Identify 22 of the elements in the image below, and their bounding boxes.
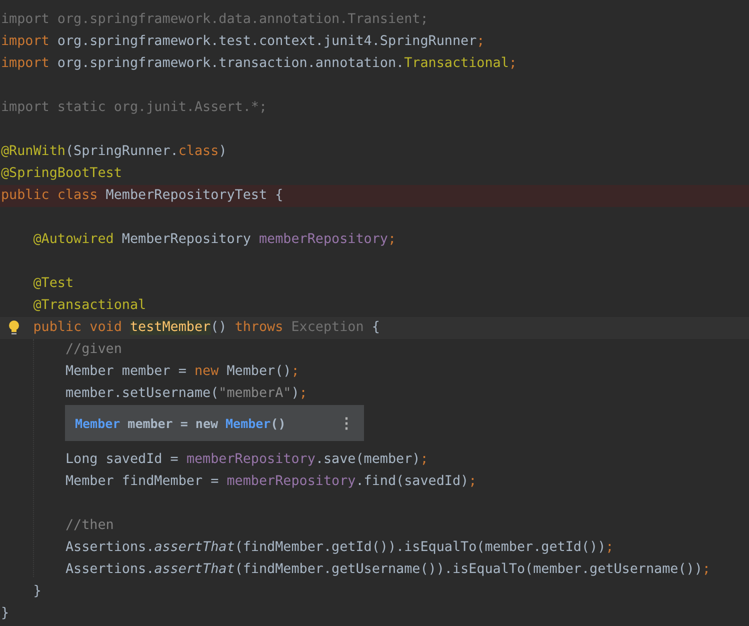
code-line: @Transactional xyxy=(32,297,148,315)
code-line: member.setUsername("memberA"); xyxy=(64,385,308,403)
code-line: @Test xyxy=(32,275,75,293)
code-line: //then xyxy=(64,517,115,535)
popup-signature: Member member = new Member() xyxy=(75,416,286,430)
code-line: Assertions.assertThat(findMember.getUsername()).isEqualTo(member.getUsername()); xyxy=(64,561,712,579)
code-line: Member findMember = memberRepository.find(savedId); xyxy=(64,473,478,491)
lightbulb-icon[interactable] xyxy=(8,320,20,336)
code-line: } xyxy=(0,605,10,623)
code-line: @Autowired MemberRepository memberRepository; xyxy=(32,231,398,249)
more-button[interactable]: ⋮ xyxy=(339,414,354,432)
code-line: Long savedId = memberRepository.save(member); xyxy=(64,451,430,469)
code-line: import org.springframework.test.context.junit4.SpringRunner; xyxy=(0,33,486,51)
code-line: //given xyxy=(64,341,123,359)
code-line: @RunWith(SpringRunner.class) xyxy=(0,143,228,161)
code-line: import org.springframework.data.annotation.Transient; xyxy=(0,11,430,29)
code-line: import org.springframework.transaction.annotation.Transactional; xyxy=(0,55,518,73)
code-line: Assertions.assertThat(findMember.getId()).isEqualTo(member.getId()); xyxy=(64,539,615,557)
code-line: @SpringBootTest xyxy=(0,165,123,183)
code-line: } xyxy=(32,583,42,601)
code-line: import static org.junit.Assert.*; xyxy=(0,99,268,117)
code-line: Member member = new Member(); xyxy=(64,363,300,381)
